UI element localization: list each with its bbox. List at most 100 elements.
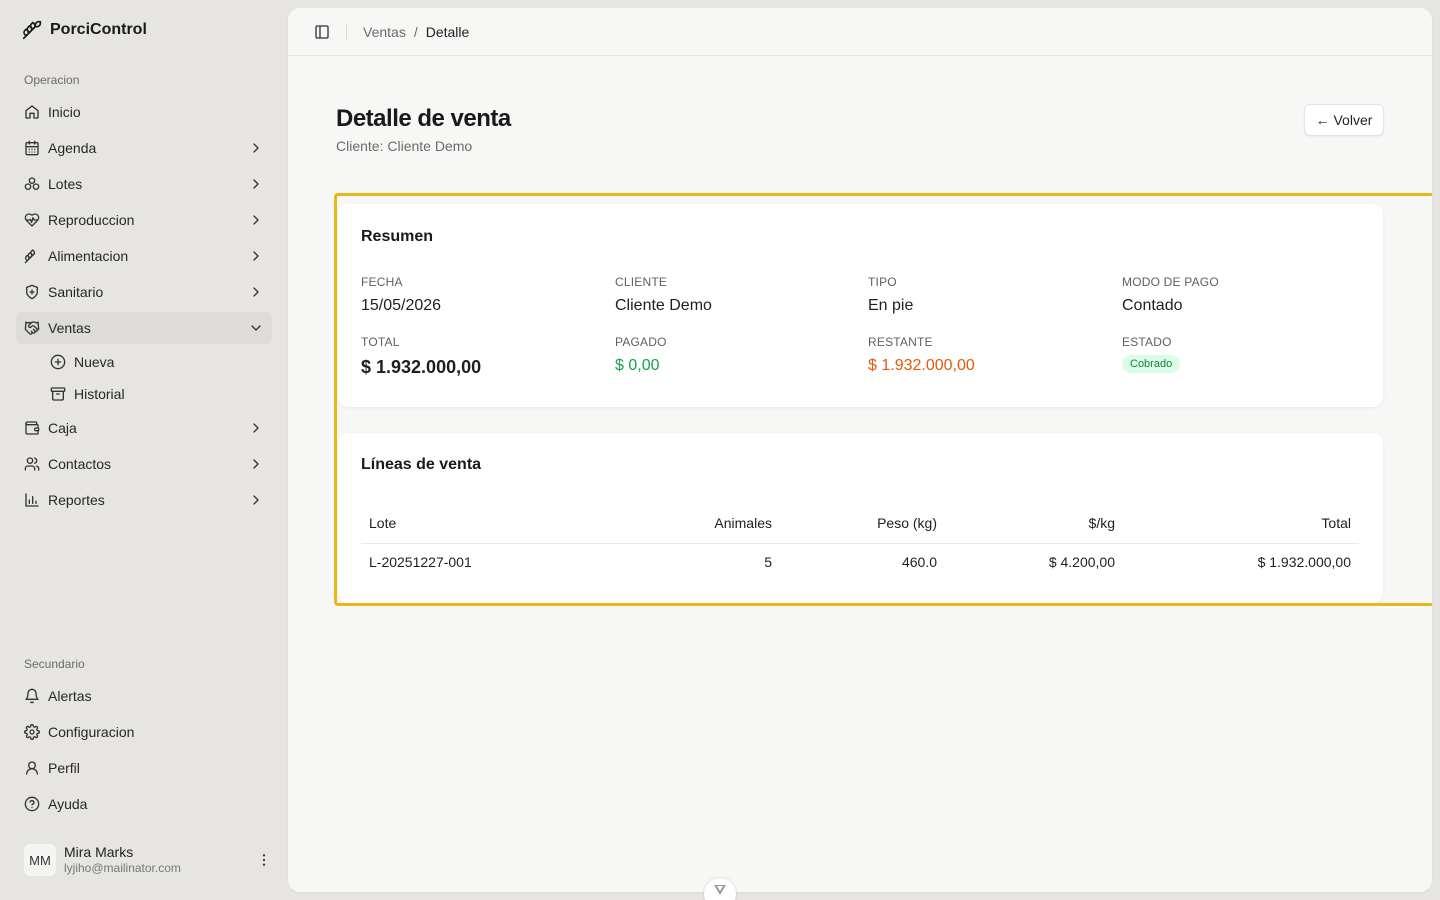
chevron-right-icon [253, 179, 259, 189]
secondary-nav: Alertas Configuracion Perfil Ayuda [16, 680, 272, 824]
sidebar-item-caja[interactable]: Caja [16, 412, 272, 444]
field-pagado: PAGADO $ 0,00 [615, 335, 667, 375]
gear-icon [24, 724, 40, 740]
main-panel: Ventas / Detalle Detalle de venta Client… [288, 8, 1432, 892]
plus-circle-icon [50, 354, 66, 370]
calendar-icon [25, 140, 39, 156]
sale-lines-table: Lote Animales Peso (kg) $/kg Total L-202… [361, 503, 1359, 580]
sidebar-item-label: Contactos [48, 456, 112, 472]
breadcrumb-separator: / [413, 23, 418, 40]
column-header: Total [1123, 503, 1359, 544]
field-value: Contado [1122, 297, 1183, 314]
sidebar-item-alertas[interactable]: Alertas [16, 680, 272, 712]
sidebar-item-agenda[interactable]: Agenda [16, 132, 272, 164]
sidebar-item-reportes[interactable]: Reportes [16, 484, 272, 516]
field-value: $ 0,00 [615, 357, 660, 374]
home-icon [25, 105, 39, 119]
sidebar-subitem-nueva[interactable]: Nueva [16, 348, 272, 376]
heart-pulse-icon [24, 213, 40, 227]
sidebar-item-alimentacion[interactable]: Alimentacion [16, 240, 272, 272]
sidebar-item-label: Alertas [48, 688, 92, 704]
column-header: Peso (kg) [780, 503, 945, 544]
sidebar-item-reproduccion[interactable]: Reproduccion [16, 204, 272, 236]
page-subtitle: Cliente: Cliente Demo [336, 138, 473, 154]
sidebar-item-label: Perfil [48, 760, 80, 776]
status-badge: Cobrado [1122, 355, 1181, 373]
table-header-row: Lote Animales Peso (kg) $/kg Total [361, 503, 1359, 544]
section-label-secundario: Secundario [24, 657, 85, 671]
chevron-right-icon [253, 143, 259, 153]
sidebar-item-label: Reportes [48, 492, 105, 508]
sidebar-item-label: Reproduccion [48, 212, 135, 228]
user-info: Mira Marks lyjiho@mailinator.com [64, 844, 256, 877]
chevron-right-icon [253, 459, 259, 469]
bell-icon [25, 688, 39, 704]
avatar: MM [24, 844, 56, 876]
sidebar-item-ventas[interactable]: Ventas [16, 312, 272, 344]
user-menu-trigger[interactable]: MM Mira Marks lyjiho@mailinator.com [24, 843, 272, 877]
field-label: PAGADO [615, 335, 667, 349]
field-label: TIPO [868, 275, 897, 289]
shield-icon [26, 284, 38, 300]
table-cell: 5 [764, 553, 772, 570]
sidebar: PorciControl Operacion Inicio Agenda Lot… [0, 0, 288, 900]
section-label-operacion: Operacion [24, 73, 80, 87]
breadcrumb-current: Detalle [425, 23, 470, 40]
table-row: L-20251227-001 5 460.0 $ 4.200,00 $ 1.93… [361, 543, 1359, 580]
app-brand[interactable]: PorciControl [22, 20, 147, 40]
sidebar-subitem-historial[interactable]: Historial [16, 380, 272, 408]
column-header: Lote [361, 503, 601, 544]
field-tipo: TIPO En pie [868, 275, 913, 315]
field-value: $ 1.932.000,00 [361, 357, 482, 377]
table-cell: L-20251227-001 [369, 553, 472, 570]
chevron-right-icon [253, 287, 259, 297]
users-icon [24, 457, 40, 471]
field-label: ESTADO [1122, 335, 1172, 349]
wheat-logo-icon [22, 20, 42, 40]
wallet-icon [25, 421, 40, 435]
sidebar-item-label: Caja [48, 420, 77, 436]
sidebar-toggle-icon[interactable] [314, 24, 330, 40]
wheat-icon [24, 249, 36, 264]
sidebar-item-label: Sanitario [48, 284, 104, 300]
sidebar-item-label: Alimentacion [48, 248, 129, 264]
field-restante: RESTANTE $ 1.932.000,00 [868, 335, 975, 375]
sale-lines-card: Líneas de venta Lote Animales Peso (kg) … [338, 433, 1383, 603]
field-value: 15/05/2026 [361, 297, 442, 314]
app-name: PorciControl [50, 21, 147, 38]
sidebar-item-label: Configuracion [48, 724, 135, 740]
sidebar-item-contactos[interactable]: Contactos [16, 448, 272, 480]
handshake-icon [24, 321, 40, 335]
sidebar-item-label: Inicio [48, 104, 81, 120]
chevron-right-icon [253, 251, 259, 261]
chevron-right-icon [253, 423, 259, 433]
summary-title: Resumen [361, 228, 434, 245]
sidebar-item-inicio[interactable]: Inicio [16, 96, 272, 128]
back-button[interactable]: ← Volver [1304, 104, 1384, 136]
column-header: Animales [601, 503, 780, 544]
table-cell: $ 4.200,00 [1048, 553, 1115, 570]
chevron-right-icon [253, 215, 259, 225]
breadcrumb-link-ventas[interactable]: Ventas [363, 24, 406, 40]
sidebar-item-ayuda[interactable]: Ayuda [16, 788, 272, 820]
sidebar-item-configuracion[interactable]: Configuracion [16, 716, 272, 748]
archive-icon [50, 387, 66, 401]
help-circle-icon [24, 796, 40, 812]
more-vertical-icon[interactable] [256, 852, 272, 868]
field-label: TOTAL [361, 335, 400, 349]
sidebar-item-sanitario[interactable]: Sanitario [16, 276, 272, 308]
field-modo-pago: MODO DE PAGO Contado [1122, 275, 1219, 315]
field-estado: ESTADO Cobrado [1122, 335, 1181, 373]
sale-lines-title: Líneas de venta [361, 456, 482, 473]
chevron-right-icon [253, 495, 259, 505]
breadcrumb: Ventas / Detalle [363, 24, 469, 40]
user-email: lyjiho@mailinator.com [64, 861, 181, 876]
sidebar-subitem-label: Nueva [74, 354, 115, 370]
field-value: En pie [868, 297, 914, 314]
sidebar-subitem-label: Historial [74, 386, 125, 402]
sidebar-item-lotes[interactable]: Lotes [16, 168, 272, 200]
sidebar-item-perfil[interactable]: Perfil [16, 752, 272, 784]
field-total: TOTAL $ 1.932.000,00 [361, 335, 481, 378]
column-header: $/kg [945, 503, 1123, 544]
sidebar-item-label: Ayuda [48, 796, 88, 812]
